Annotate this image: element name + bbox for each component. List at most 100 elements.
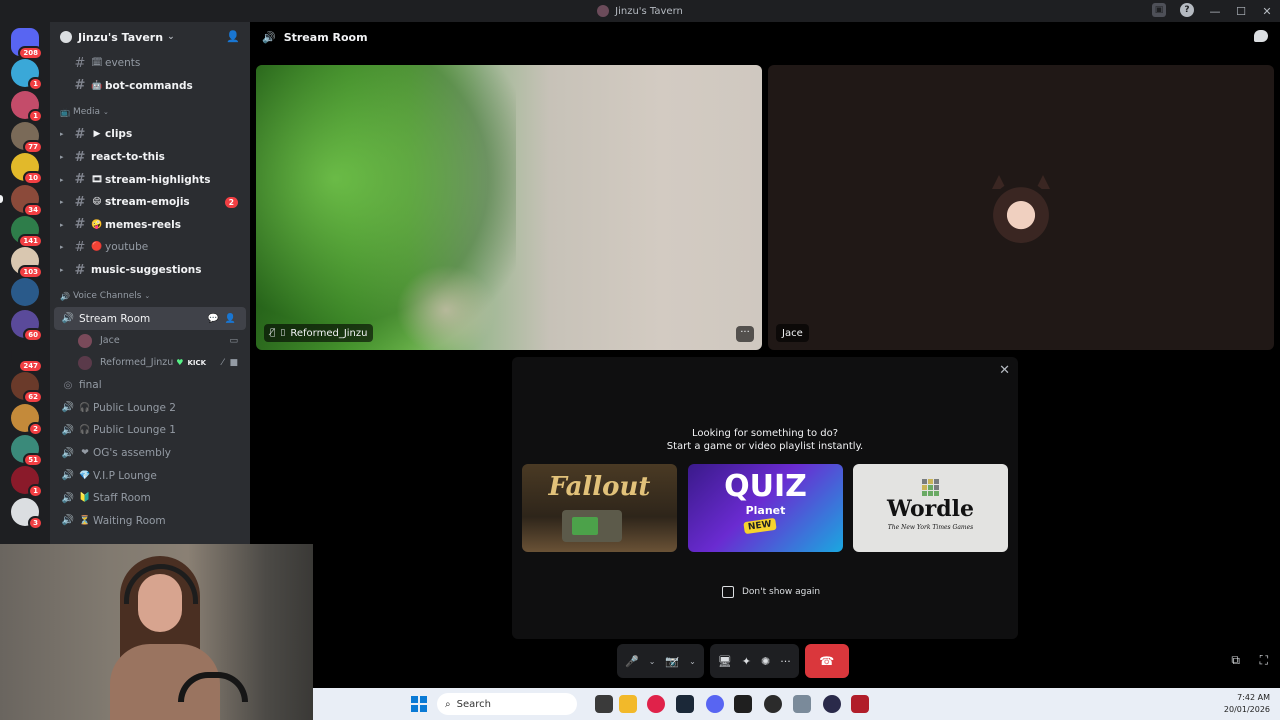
fullscreen-icon[interactable]: ⛶	[1260, 653, 1268, 668]
activity-prompt: Looking for something to do? Start a gam…	[512, 427, 1018, 453]
channel-bot-commands[interactable]: # 🤖 bot-commands	[50, 75, 250, 98]
chat-bubble-icon[interactable]	[1254, 30, 1268, 42]
discord-icon[interactable]	[706, 695, 724, 713]
channel-emoji-icon: ❤	[81, 448, 89, 459]
server-header[interactable]: Jinzu's Tavern ⌄ 👤	[50, 22, 250, 52]
unread-pill	[0, 194, 3, 203]
server-icon-server-10[interactable]: 60	[11, 309, 43, 342]
steam-icon[interactable]	[676, 695, 694, 713]
server-icon-server-14[interactable]: 51	[11, 434, 43, 467]
channel-emoji-icon: 😄	[92, 197, 102, 208]
mention-badge: 1	[28, 77, 43, 92]
close-icon[interactable]: ✕	[999, 363, 1010, 378]
hash-icon: #	[74, 217, 86, 233]
dont-show-again[interactable]: Don't show again	[722, 586, 820, 598]
chevron-down-icon[interactable]: ⌄	[689, 657, 696, 666]
channel-stream-emojis[interactable]: ▸ # 😄 stream-emojis 2	[50, 191, 250, 214]
taskbar-clock[interactable]: 7:42 AM 20/01/2026	[1224, 692, 1270, 716]
more-icon[interactable]: ···	[780, 655, 791, 668]
server-icon-server-9[interactable]	[11, 278, 39, 307]
server-icon-server-2[interactable]: 1	[11, 59, 43, 92]
chevron-down-icon[interactable]: ⌄	[649, 657, 656, 666]
server-icon-server-16[interactable]: 3	[11, 497, 43, 530]
invite-people-icon[interactable]: 👤	[226, 30, 240, 43]
minimize-button[interactable]: —	[1202, 5, 1228, 18]
server-icon-server-5[interactable]: 10	[11, 153, 43, 186]
activity-card-quiz-planet[interactable]: QUIZ Planet NEW	[688, 464, 843, 552]
heart-icon: ♥	[176, 358, 184, 368]
server-icon-server-15[interactable]: 1	[11, 466, 43, 499]
close-window-button[interactable]: ✕	[1254, 5, 1280, 18]
app-icon-green[interactable]	[734, 695, 752, 713]
channel-react-to-this[interactable]: ▸ # react-to-this	[50, 146, 250, 169]
microphone-icon[interactable]: 🎤	[625, 655, 639, 668]
mention-badge: 103	[18, 265, 43, 280]
inbox-icon[interactable]: ▣	[1152, 3, 1166, 17]
channel-youtube[interactable]: ▸ # 🔴 youtube	[50, 236, 250, 259]
maximize-button[interactable]: ☐	[1228, 5, 1254, 18]
app-icon-obs[interactable]	[823, 695, 841, 713]
category-voice-channels[interactable]: 🔊 Voice Channels ⌄	[50, 285, 250, 307]
video-tile-jace[interactable]: Jace	[768, 65, 1274, 350]
popout-icon[interactable]: ⧉	[1231, 653, 1240, 668]
channel-clips[interactable]: ▸ # ▶ clips	[50, 123, 250, 146]
disconnect-button[interactable]: ☎	[804, 644, 849, 678]
category-media[interactable]: 📺 Media ⌄	[50, 101, 250, 123]
voice-channel-staff-room[interactable]: 🔊 🔰 Staff Room	[50, 487, 250, 510]
mention-badge: 2	[224, 196, 238, 208]
activity-card-wordle[interactable]: Wordle The New York Times Games	[853, 464, 1008, 552]
participant-nametag: 🎙̸ ▯ Reformed_Jinzu	[264, 324, 374, 342]
app-icon-red[interactable]	[851, 695, 869, 713]
voice-channel-public-lounge-1[interactable]: 🔊 🎧 Public Lounge 1	[50, 419, 250, 442]
channel-name: memes-reels	[105, 218, 182, 231]
window-controls: — ☐ ✕	[1202, 0, 1280, 22]
server-icon-home[interactable]: 208	[11, 28, 43, 60]
clock-date: 20/01/2026	[1223, 705, 1270, 714]
webcam-overlay	[0, 544, 313, 720]
voice-channel-og-s-assembly[interactable]: 🔊 ❤ OG's assembly	[50, 442, 250, 465]
voice-user-status: ▭	[229, 336, 238, 346]
app-icon-dark[interactable]	[764, 695, 782, 713]
server-icon-server-12[interactable]: 62	[11, 372, 43, 405]
server-icon-server-6[interactable]: 34	[0, 184, 43, 217]
help-icon[interactable]: ?	[1180, 3, 1194, 17]
stage-channel-name: Stream Room	[283, 30, 368, 44]
server-icon-server-3[interactable]: 1	[11, 90, 43, 123]
more-options-icon[interactable]: ···	[736, 326, 754, 342]
voice-channel-final[interactable]: ◎ final	[50, 374, 250, 397]
task-view-icon[interactable]	[595, 695, 613, 713]
channel-events[interactable]: # 🗓 events	[50, 52, 250, 75]
channel-stream-highlights[interactable]: ▸ # 🎞 stream-highlights	[50, 168, 250, 191]
checkbox[interactable]	[722, 586, 734, 598]
server-icon-server-4[interactable]: 77	[11, 121, 43, 154]
voice-user-jace[interactable]: Jace ▭	[50, 330, 250, 352]
voice-channel-v-i-p-lounge[interactable]: 🔊 💎 V.I.P Lounge	[50, 464, 250, 487]
channel-music-suggestions[interactable]: ▸ # music-suggestions	[50, 259, 250, 282]
opera-icon[interactable]	[647, 695, 665, 713]
taskbar-search[interactable]: ⌕ Search	[437, 693, 577, 715]
invite-icon[interactable]: 👤	[225, 314, 236, 324]
server-name: Jinzu's Tavern	[78, 30, 164, 44]
channel-memes-reels[interactable]: ▸ # 🤪 memes-reels	[50, 214, 250, 237]
voice-channel-public-lounge-2[interactable]: 🔊 🎧 Public Lounge 2	[50, 397, 250, 420]
activities-icon[interactable]: ✦	[742, 655, 751, 668]
streaming-icon: ▭	[229, 335, 238, 346]
settings-icon[interactable]	[793, 695, 811, 713]
chat-icon[interactable]: 💬	[208, 314, 219, 324]
server-icon-server-8[interactable]: 103	[11, 247, 43, 280]
camera-off-icon[interactable]: 📷̸	[665, 655, 679, 668]
screen-share-icon[interactable]: 🖥	[718, 655, 732, 668]
voice-user-reformed_jinzu[interactable]: Reformed_Jinzu ♥ KICK ⁄ ■	[50, 352, 250, 374]
voice-channel-waiting-room[interactable]: 🔊 ⏳ Waiting Room	[50, 510, 250, 533]
voice-channel-stream-room[interactable]: 🔊 Stream Room 💬 👤	[54, 307, 246, 330]
windows-start-icon[interactable]	[411, 696, 427, 712]
server-icon-server-7[interactable]: 141	[11, 215, 43, 248]
channel-name: music-suggestions	[91, 264, 202, 277]
activity-card-fallout[interactable]: Fallout	[522, 464, 677, 552]
server-icon-server-13[interactable]: 2	[11, 403, 43, 436]
soundboard-icon[interactable]: ✺	[761, 655, 770, 668]
server-icon-server-11[interactable]: 247	[11, 341, 43, 373]
file-explorer-icon[interactable]	[619, 695, 637, 713]
video-tile-reformed-jinzu[interactable]: 🎙̸ ▯ Reformed_Jinzu ···	[256, 65, 762, 350]
mention-badge: 62	[23, 390, 43, 405]
